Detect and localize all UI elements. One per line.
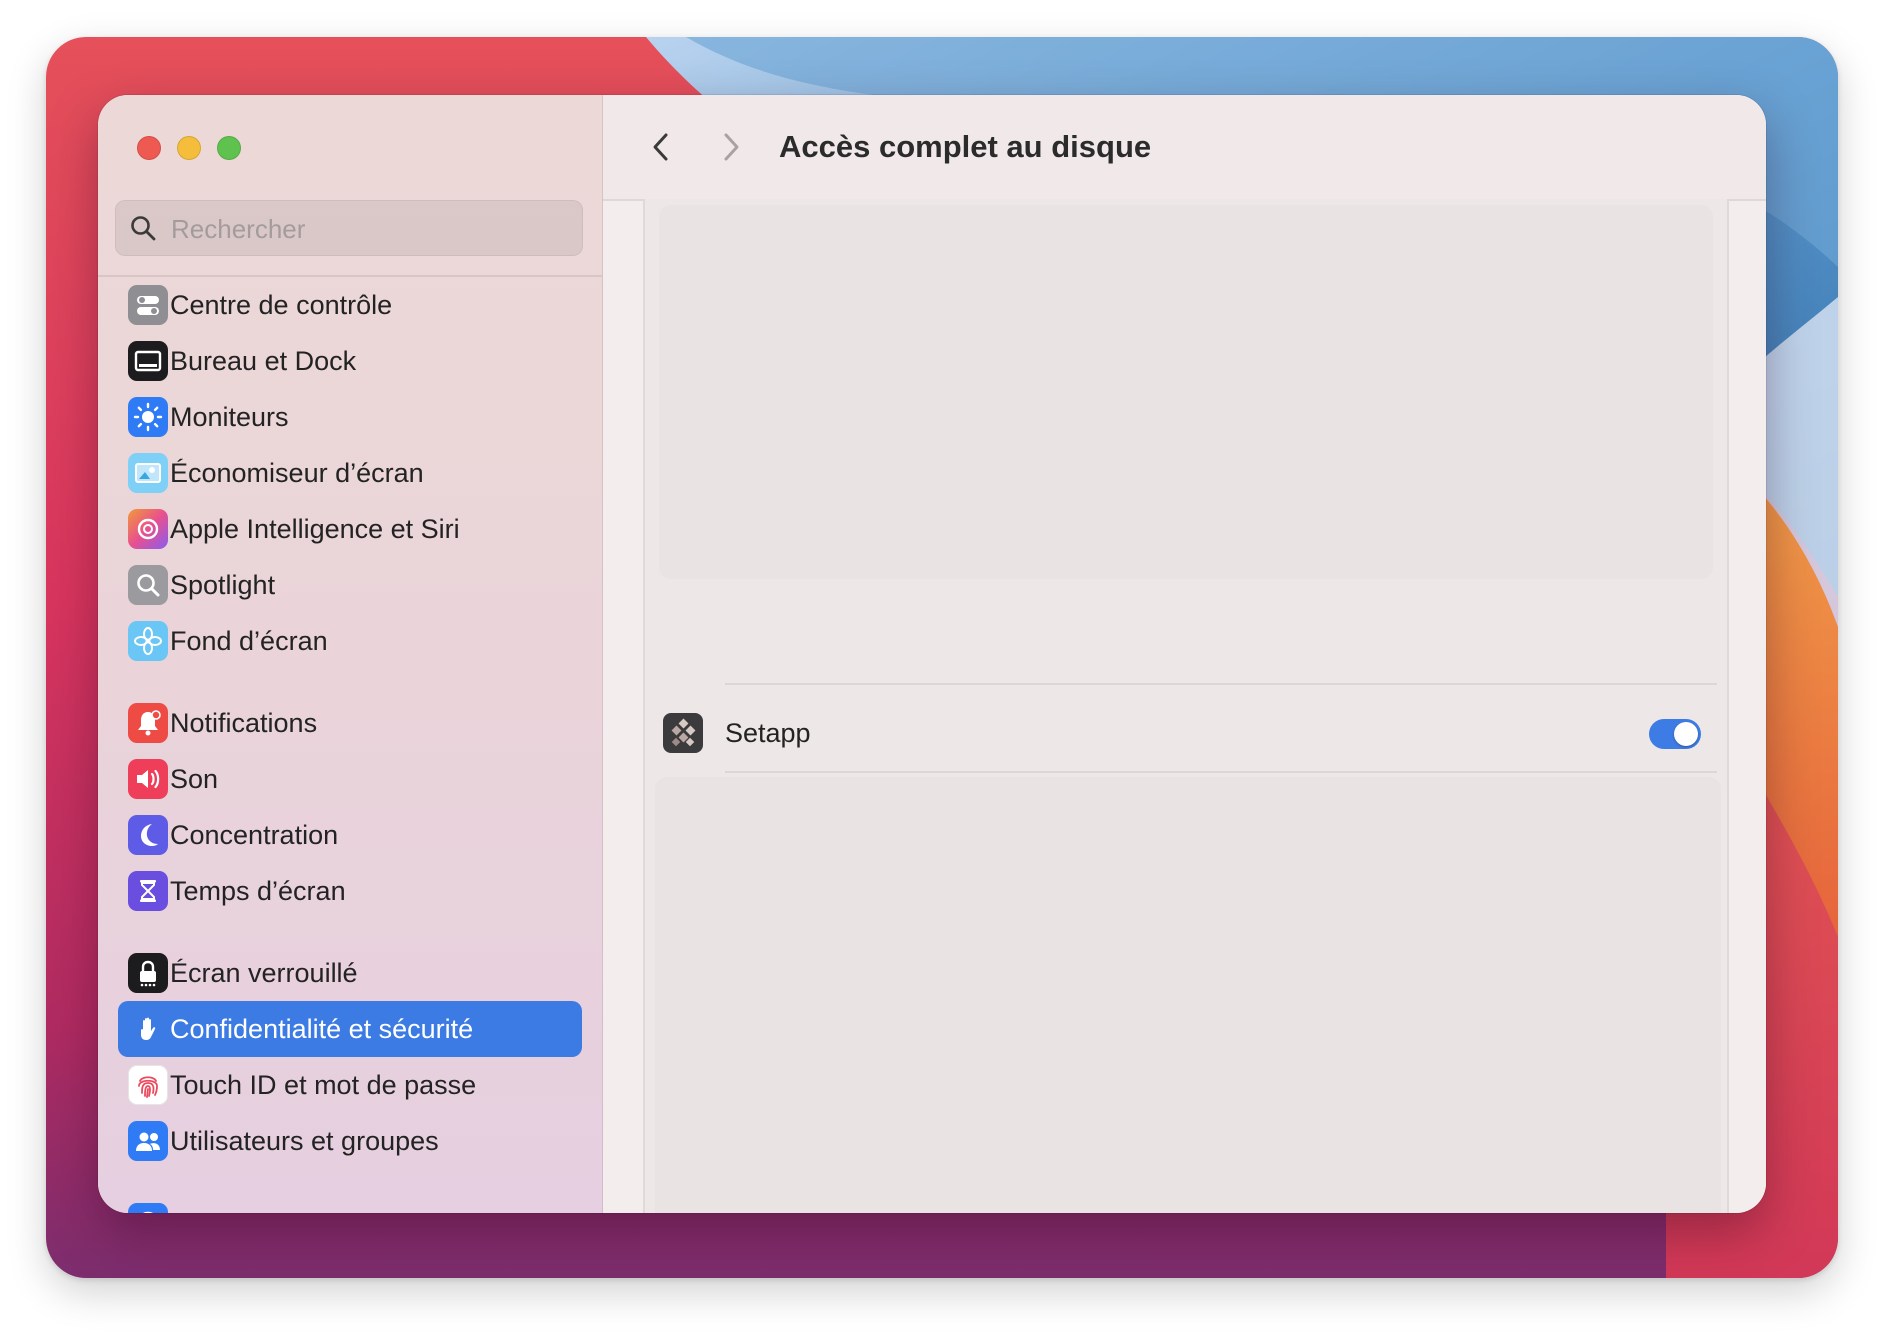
control-center-icon <box>128 285 168 325</box>
sidebar-item-label: Comptes Internet <box>170 1195 377 1213</box>
sidebar-item-label: Son <box>170 764 219 794</box>
close-window-button[interactable] <box>137 136 161 160</box>
traffic-lights <box>137 136 241 160</box>
app-list-placeholder-bottom <box>655 777 1721 1213</box>
sidebar-item-label: Bureau et Dock <box>170 346 357 376</box>
at-icon <box>128 1203 168 1213</box>
sidebar-item-lock-screen[interactable]: Écran verrouillé <box>118 945 582 1001</box>
lock-icon <box>128 953 168 993</box>
sidebar-item-notifications[interactable]: Notifications <box>118 695 582 751</box>
toolbar: Accès complet au disque <box>603 95 1766 201</box>
fingerprint-icon <box>128 1065 168 1105</box>
forward-button[interactable] <box>711 127 751 167</box>
chevron-left-icon <box>653 133 668 161</box>
search-icon <box>131 216 156 241</box>
sidebar-item-wallpaper[interactable]: Fond d’écran <box>118 613 582 669</box>
sun-icon <box>128 397 168 437</box>
flower-icon <box>128 621 168 661</box>
hand-icon <box>128 1009 168 1049</box>
bell-icon <box>128 703 168 743</box>
sidebar-item-label: Fond d’écran <box>170 626 328 656</box>
sidebar-item-label: Apple Intelligence et Siri <box>170 514 460 544</box>
sidebar-item-users-groups[interactable]: Utilisateurs et groupes <box>118 1113 582 1169</box>
sidebar-item-dock[interactable]: Bureau et Dock <box>118 333 582 389</box>
chevron-right-icon <box>724 133 739 161</box>
sidebar-item-screen-time[interactable]: Temps d’écran <box>118 863 582 919</box>
sidebar-item-label: Spotlight <box>170 570 276 600</box>
sidebar-item-label: Centre de contrôle <box>170 290 393 320</box>
setapp-access-toggle[interactable] <box>1649 719 1701 749</box>
users-icon <box>128 1121 168 1161</box>
sidebar-item-sound[interactable]: Son <box>118 751 582 807</box>
search-field[interactable] <box>115 200 583 258</box>
desktop-wallpaper: Centre de contrôle Bureau et Dock <box>46 37 1838 1278</box>
sidebar-item-label: Concentration <box>170 820 339 850</box>
sidebar-item-touch-id[interactable]: Touch ID et mot de passe <box>118 1057 582 1113</box>
sidebar: Centre de contrôle Bureau et Dock <box>98 95 603 1213</box>
toggle-knob <box>1674 722 1698 746</box>
sidebar-item-label: Touch ID et mot de passe <box>170 1070 477 1100</box>
zoom-window-button[interactable] <box>217 136 241 160</box>
hourglass-icon <box>128 871 168 911</box>
sidebar-item-screensaver[interactable]: Économiseur d’écran <box>118 445 582 501</box>
back-button[interactable] <box>641 127 681 167</box>
sidebar-item-spotlight[interactable]: Spotlight <box>118 557 582 613</box>
siri-icon <box>128 509 168 549</box>
sidebar-item-displays[interactable]: Moniteurs <box>118 389 582 445</box>
page-title: Accès complet au disque <box>779 129 1152 164</box>
app-list-panel: Setapp + − <box>643 199 1729 1213</box>
sidebar-item-privacy-security[interactable]: Confidentialité et sécurité <box>118 1001 582 1057</box>
row-divider <box>725 683 1717 685</box>
settings-window: Centre de contrôle Bureau et Dock <box>98 95 1766 1213</box>
sidebar-item-label: Utilisateurs et groupes <box>170 1126 439 1156</box>
speaker-icon <box>128 759 168 799</box>
sidebar-item-focus[interactable]: Concentration <box>118 807 582 863</box>
main-pane: Accès complet au disque Setapp <box>603 95 1766 1213</box>
sidebar-item-label: Écran verrouillé <box>170 958 358 988</box>
sidebar-item-internet-accounts[interactable]: Comptes Internet <box>118 1195 582 1213</box>
screensaver-icon <box>128 453 168 493</box>
magnifier-icon <box>128 565 168 605</box>
sidebar-item-control-center[interactable]: Centre de contrôle <box>118 277 582 333</box>
dock-icon <box>128 341 168 381</box>
row-divider <box>725 771 1717 773</box>
sidebar-item-label: Économiseur d’écran <box>170 458 424 488</box>
sidebar-item-label: Moniteurs <box>170 402 289 432</box>
search-input[interactable] <box>169 200 573 258</box>
app-list-placeholder-top <box>659 205 1713 579</box>
sidebar-item-label: Confidentialité et sécurité <box>170 1014 474 1044</box>
sidebar-item-label: Temps d’écran <box>170 876 346 906</box>
sidebar-item-siri[interactable]: Apple Intelligence et Siri <box>118 501 582 557</box>
app-name: Setapp <box>725 718 811 748</box>
setapp-icon <box>663 713 703 753</box>
sidebar-item-label: Notifications <box>170 708 318 738</box>
moon-icon <box>128 815 168 855</box>
app-row-setapp: Setapp <box>645 693 1727 773</box>
minimize-window-button[interactable] <box>177 136 201 160</box>
